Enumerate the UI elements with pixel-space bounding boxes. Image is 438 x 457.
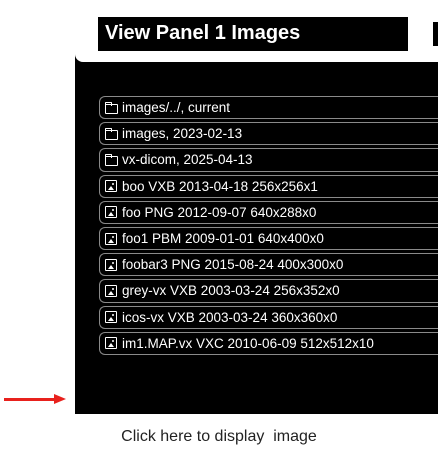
folder-icon — [105, 127, 118, 140]
image-list-item[interactable]: foobar3 PNG 2015-08-24 400x300x0 — [99, 253, 438, 277]
folder-icon — [105, 153, 118, 166]
list-item-label: vx-dicom, 2025-04-13 — [122, 152, 253, 168]
folder-icon — [105, 101, 118, 114]
list-item-label: icos-vx VXB 2003-03-24 360x360x0 — [122, 309, 338, 325]
list-item-label: foo PNG 2012-09-07 640x288x0 — [122, 204, 317, 220]
image-icon — [105, 337, 118, 350]
list-item-label: images/../, current — [122, 100, 231, 116]
list-item-label: foo1 PBM 2009-01-01 640x400x0 — [122, 231, 324, 247]
image-list-item[interactable]: icos-vx VXB 2003-03-24 360x360x0 — [99, 305, 438, 329]
list-item-label: images, 2023-02-13 — [122, 126, 243, 142]
file-list: images/../, current images, 2023-02-13 vx-… — [99, 96, 438, 358]
annotation-caption: Click here to display image — [121, 428, 317, 445]
red-arrow-icon — [4, 394, 66, 406]
list-item-label: boo VXB 2013-04-18 256x256x1 — [122, 178, 318, 194]
panel-title-box: View Panel 1 Images — [98, 17, 408, 51]
image-icon — [105, 284, 118, 297]
image-icon — [105, 232, 118, 245]
image-list-item[interactable]: grey-vx VXB 2003-03-24 256x352x0 — [99, 279, 438, 303]
image-list-item[interactable]: foo1 PBM 2009-01-01 640x400x0 — [99, 226, 438, 251]
list-item-label: im1.MAP.vx VXC 2010-06-09 512x512x10 — [122, 335, 374, 351]
image-icon — [105, 206, 118, 219]
folder-list-item[interactable]: vx-dicom, 2025-04-13 — [99, 148, 438, 172]
image-icon — [105, 258, 118, 271]
panel-header: View Panel 1 Images — [75, 0, 438, 62]
image-icon — [105, 180, 118, 193]
image-icon — [105, 311, 118, 324]
list-item-label: foobar3 PNG 2015-08-24 400x300x0 — [122, 257, 344, 273]
folder-list-item[interactable]: images, 2023-02-13 — [99, 122, 438, 146]
folder-list-item[interactable]: images/../, current — [99, 96, 438, 120]
list-item-label: grey-vx VXB 2003-03-24 256x352x0 — [122, 283, 340, 299]
image-list-item[interactable]: im1.MAP.vx VXC 2010-06-09 512x512x10 — [99, 331, 438, 355]
panel-header-edge — [433, 22, 438, 46]
image-list-item[interactable]: boo VXB 2013-04-18 256x256x1 — [99, 174, 438, 198]
panel-title: View Panel 1 Images — [105, 22, 301, 44]
image-list-item[interactable]: foo PNG 2012-09-07 640x288x0 — [99, 200, 438, 224]
image-panel: View Panel 1 Images images/../, current i… — [75, 0, 438, 414]
